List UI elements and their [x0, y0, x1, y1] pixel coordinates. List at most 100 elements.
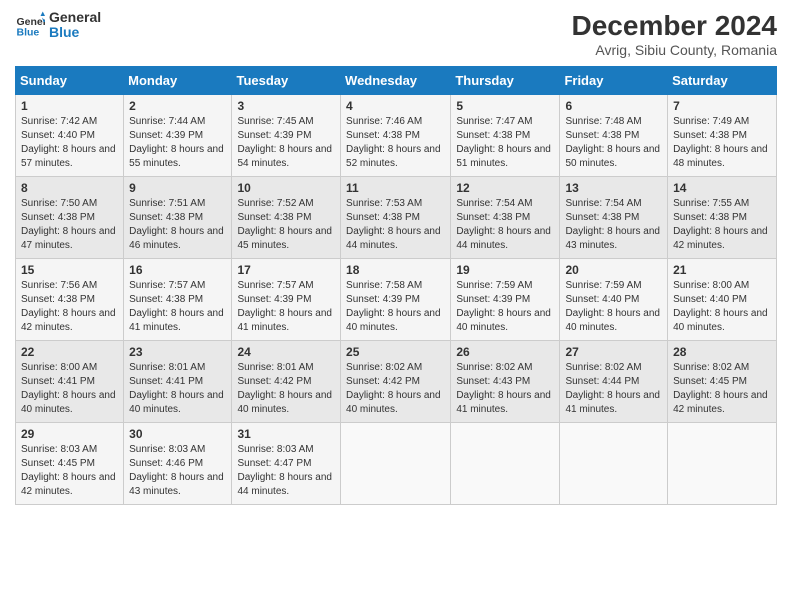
- table-row: 24 Sunrise: 8:01 AMSunset: 4:42 PMDaylig…: [232, 341, 341, 423]
- table-row: [341, 423, 451, 505]
- day-number: 27: [565, 345, 662, 359]
- day-number: 31: [237, 427, 335, 441]
- calendar-week-5: 29 Sunrise: 8:03 AMSunset: 4:45 PMDaylig…: [16, 423, 777, 505]
- table-row: 14 Sunrise: 7:55 AMSunset: 4:38 PMDaylig…: [668, 177, 777, 259]
- day-number: 21: [673, 263, 771, 277]
- calendar-header-row: Sunday Monday Tuesday Wednesday Thursday…: [16, 67, 777, 95]
- table-row: 31 Sunrise: 8:03 AMSunset: 4:47 PMDaylig…: [232, 423, 341, 505]
- day-info: Sunrise: 7:57 AMSunset: 4:39 PMDaylight:…: [237, 279, 335, 335]
- table-row: 11 Sunrise: 7:53 AMSunset: 4:38 PMDaylig…: [341, 177, 451, 259]
- day-number: 26: [456, 345, 554, 359]
- table-row: 18 Sunrise: 7:58 AMSunset: 4:39 PMDaylig…: [341, 259, 451, 341]
- table-row: 22 Sunrise: 8:00 AMSunset: 4:41 PMDaylig…: [16, 341, 124, 423]
- day-number: 23: [129, 345, 226, 359]
- day-number: 19: [456, 263, 554, 277]
- day-number: 25: [346, 345, 445, 359]
- table-row: 4 Sunrise: 7:46 AMSunset: 4:38 PMDayligh…: [341, 95, 451, 177]
- logo-icon: General Blue: [15, 10, 45, 40]
- table-row: 23 Sunrise: 8:01 AMSunset: 4:41 PMDaylig…: [124, 341, 232, 423]
- day-info: Sunrise: 7:54 AMSunset: 4:38 PMDaylight:…: [456, 197, 554, 253]
- day-info: Sunrise: 7:57 AMSunset: 4:38 PMDaylight:…: [129, 279, 226, 335]
- day-info: Sunrise: 7:42 AMSunset: 4:40 PMDaylight:…: [21, 115, 118, 171]
- main-title: December 2024: [572, 10, 777, 42]
- table-row: 7 Sunrise: 7:49 AMSunset: 4:38 PMDayligh…: [668, 95, 777, 177]
- table-row: [560, 423, 668, 505]
- table-row: 26 Sunrise: 8:02 AMSunset: 4:43 PMDaylig…: [451, 341, 560, 423]
- day-number: 7: [673, 99, 771, 113]
- day-number: 24: [237, 345, 335, 359]
- table-row: 13 Sunrise: 7:54 AMSunset: 4:38 PMDaylig…: [560, 177, 668, 259]
- day-info: Sunrise: 7:49 AMSunset: 4:38 PMDaylight:…: [673, 115, 771, 171]
- day-number: 20: [565, 263, 662, 277]
- day-number: 13: [565, 181, 662, 195]
- day-info: Sunrise: 7:52 AMSunset: 4:38 PMDaylight:…: [237, 197, 335, 253]
- day-info: Sunrise: 7:53 AMSunset: 4:38 PMDaylight:…: [346, 197, 445, 253]
- day-info: Sunrise: 7:56 AMSunset: 4:38 PMDaylight:…: [21, 279, 118, 335]
- calendar-table: Sunday Monday Tuesday Wednesday Thursday…: [15, 66, 777, 505]
- day-info: Sunrise: 8:03 AMSunset: 4:45 PMDaylight:…: [21, 443, 118, 499]
- table-row: 16 Sunrise: 7:57 AMSunset: 4:38 PMDaylig…: [124, 259, 232, 341]
- day-number: 10: [237, 181, 335, 195]
- day-info: Sunrise: 7:59 AMSunset: 4:39 PMDaylight:…: [456, 279, 554, 335]
- day-number: 1: [21, 99, 118, 113]
- table-row: 10 Sunrise: 7:52 AMSunset: 4:38 PMDaylig…: [232, 177, 341, 259]
- day-info: Sunrise: 8:02 AMSunset: 4:43 PMDaylight:…: [456, 361, 554, 417]
- table-row: 20 Sunrise: 7:59 AMSunset: 4:40 PMDaylig…: [560, 259, 668, 341]
- day-info: Sunrise: 7:46 AMSunset: 4:38 PMDaylight:…: [346, 115, 445, 171]
- day-info: Sunrise: 8:01 AMSunset: 4:42 PMDaylight:…: [237, 361, 335, 417]
- day-number: 8: [21, 181, 118, 195]
- subtitle: Avrig, Sibiu County, Romania: [572, 42, 777, 58]
- table-row: 8 Sunrise: 7:50 AMSunset: 4:38 PMDayligh…: [16, 177, 124, 259]
- day-number: 22: [21, 345, 118, 359]
- day-info: Sunrise: 7:50 AMSunset: 4:38 PMDaylight:…: [21, 197, 118, 253]
- day-number: 5: [456, 99, 554, 113]
- table-row: 2 Sunrise: 7:44 AMSunset: 4:39 PMDayligh…: [124, 95, 232, 177]
- day-info: Sunrise: 7:51 AMSunset: 4:38 PMDaylight:…: [129, 197, 226, 253]
- table-row: 6 Sunrise: 7:48 AMSunset: 4:38 PMDayligh…: [560, 95, 668, 177]
- table-row: 29 Sunrise: 8:03 AMSunset: 4:45 PMDaylig…: [16, 423, 124, 505]
- day-number: 17: [237, 263, 335, 277]
- table-row: 30 Sunrise: 8:03 AMSunset: 4:46 PMDaylig…: [124, 423, 232, 505]
- day-info: Sunrise: 8:01 AMSunset: 4:41 PMDaylight:…: [129, 361, 226, 417]
- day-number: 9: [129, 181, 226, 195]
- day-info: Sunrise: 8:03 AMSunset: 4:47 PMDaylight:…: [237, 443, 335, 499]
- calendar-week-2: 8 Sunrise: 7:50 AMSunset: 4:38 PMDayligh…: [16, 177, 777, 259]
- day-info: Sunrise: 8:00 AMSunset: 4:41 PMDaylight:…: [21, 361, 118, 417]
- day-number: 4: [346, 99, 445, 113]
- table-row: 25 Sunrise: 8:02 AMSunset: 4:42 PMDaylig…: [341, 341, 451, 423]
- col-sunday: Sunday: [16, 67, 124, 95]
- day-number: 2: [129, 99, 226, 113]
- day-number: 6: [565, 99, 662, 113]
- table-row: 5 Sunrise: 7:47 AMSunset: 4:38 PMDayligh…: [451, 95, 560, 177]
- table-row: 27 Sunrise: 8:02 AMSunset: 4:44 PMDaylig…: [560, 341, 668, 423]
- logo: General Blue General Blue: [15, 10, 101, 41]
- day-number: 3: [237, 99, 335, 113]
- table-row: 12 Sunrise: 7:54 AMSunset: 4:38 PMDaylig…: [451, 177, 560, 259]
- day-info: Sunrise: 7:47 AMSunset: 4:38 PMDaylight:…: [456, 115, 554, 171]
- day-info: Sunrise: 7:45 AMSunset: 4:39 PMDaylight:…: [237, 115, 335, 171]
- day-number: 18: [346, 263, 445, 277]
- day-info: Sunrise: 7:59 AMSunset: 4:40 PMDaylight:…: [565, 279, 662, 335]
- table-row: 15 Sunrise: 7:56 AMSunset: 4:38 PMDaylig…: [16, 259, 124, 341]
- col-friday: Friday: [560, 67, 668, 95]
- table-row: [451, 423, 560, 505]
- table-row: [668, 423, 777, 505]
- day-info: Sunrise: 7:55 AMSunset: 4:38 PMDaylight:…: [673, 197, 771, 253]
- col-wednesday: Wednesday: [341, 67, 451, 95]
- day-number: 28: [673, 345, 771, 359]
- day-info: Sunrise: 7:44 AMSunset: 4:39 PMDaylight:…: [129, 115, 226, 171]
- table-row: 3 Sunrise: 7:45 AMSunset: 4:39 PMDayligh…: [232, 95, 341, 177]
- header: General Blue General Blue December 2024 …: [15, 10, 777, 58]
- svg-text:Blue: Blue: [17, 27, 40, 39]
- day-number: 11: [346, 181, 445, 195]
- col-monday: Monday: [124, 67, 232, 95]
- day-info: Sunrise: 7:54 AMSunset: 4:38 PMDaylight:…: [565, 197, 662, 253]
- col-saturday: Saturday: [668, 67, 777, 95]
- day-number: 14: [673, 181, 771, 195]
- day-number: 30: [129, 427, 226, 441]
- table-row: 21 Sunrise: 8:00 AMSunset: 4:40 PMDaylig…: [668, 259, 777, 341]
- day-info: Sunrise: 7:48 AMSunset: 4:38 PMDaylight:…: [565, 115, 662, 171]
- calendar-week-4: 22 Sunrise: 8:00 AMSunset: 4:41 PMDaylig…: [16, 341, 777, 423]
- day-number: 15: [21, 263, 118, 277]
- table-row: 17 Sunrise: 7:57 AMSunset: 4:39 PMDaylig…: [232, 259, 341, 341]
